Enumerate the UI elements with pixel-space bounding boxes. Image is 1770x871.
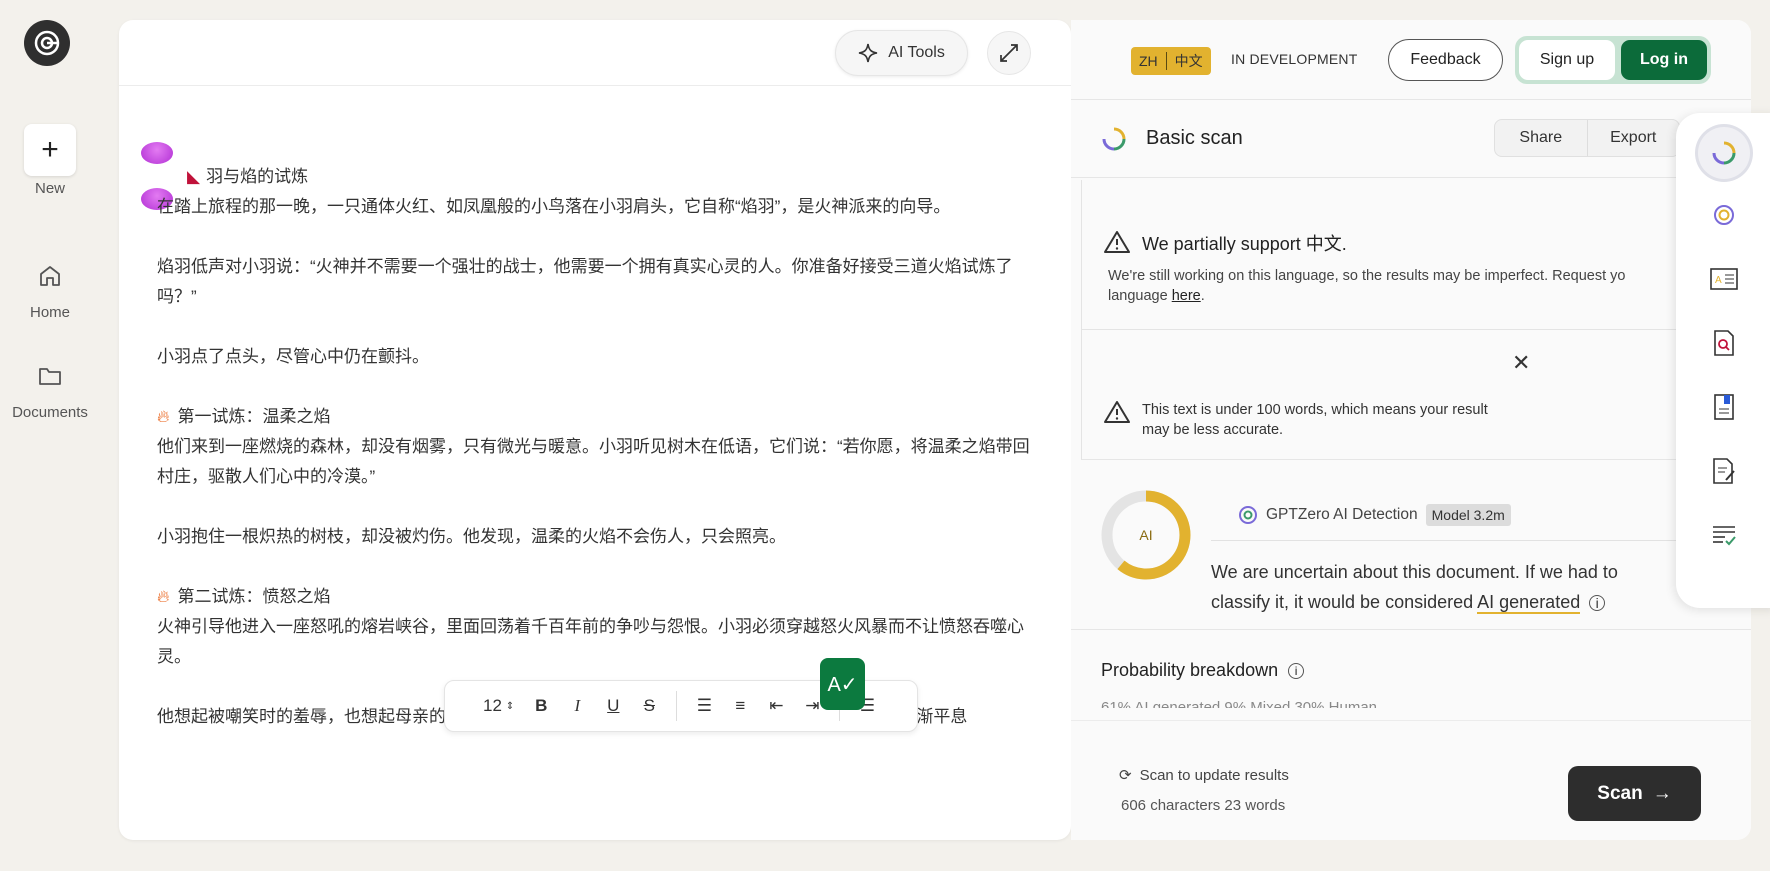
ordered-list-icon[interactable]: ☰ — [695, 696, 713, 716]
detection-result: AI GPTZero AI Detection Model 3.2m We ar… — [1071, 460, 1751, 630]
bold-icon[interactable]: B — [532, 696, 550, 716]
plus-icon: + — [41, 133, 59, 166]
gptzero-icon — [1239, 506, 1257, 524]
purple-marker-icon — [141, 142, 173, 164]
paragraph: 火神引导他进入一座怒吼的熔岩峡谷，里面回荡着千百年前的争吵与怨恨。小羽必须穿越怒… — [157, 617, 1024, 666]
scan-status-icon — [1102, 127, 1126, 151]
results-header: ZH 中文 IN DEVELOPMENT Feedback Sign up Log… — [1071, 20, 1751, 100]
language-badge: ZH 中文 — [1131, 47, 1211, 75]
indent-icon[interactable]: ⇥ — [803, 696, 821, 716]
ai-tools-label: AI Tools — [888, 44, 945, 61]
signup-button[interactable]: Sign up — [1519, 40, 1615, 80]
length-warning-text: This text is under 100 words, which mean… — [1142, 402, 1488, 438]
verdict-class: AI generated — [1477, 592, 1581, 614]
warning-icon — [1104, 401, 1130, 423]
share-button[interactable]: Share — [1495, 120, 1587, 156]
sparkle-icon — [859, 43, 878, 63]
home-nav-label[interactable]: Home — [0, 304, 100, 321]
spellcheck-icon: A✓ — [827, 673, 858, 696]
language-warning: We partially support 中文. We're still wor… — [1081, 180, 1751, 330]
writing-feedback-tool-icon[interactable] — [1702, 449, 1746, 493]
fire-icon: 🔥︎ — [157, 587, 170, 606]
editor-panel: AI Tools ◣ 羽与焰的试炼 在踏上旅程的那一晚，一只通体火红、如凤凰般的小… — [119, 20, 1071, 840]
probability-breakdown-values: 61% AI generated 9% Mixed 30% Human — [1101, 699, 1377, 708]
strikethrough-icon[interactable]: S — [640, 696, 658, 716]
section-heading: 🔥︎ 第一试炼：温柔之焰 — [157, 407, 331, 426]
ai-tools-button[interactable]: AI Tools — [835, 30, 968, 76]
grammar-check-button[interactable]: A✓ — [820, 658, 865, 710]
underline-icon[interactable]: U — [604, 696, 622, 716]
bird-emoji-icon: ◣ — [187, 167, 201, 186]
ring-label: AI — [1139, 527, 1152, 543]
paragraph: 他们来到一座燃烧的森林，却没有烟雾，只有微光与暖意。小羽听见树木在低语，它们说：… — [157, 437, 1030, 486]
section-heading: 🔥︎ 第二试炼：愤怒之焰 — [157, 587, 331, 606]
close-icon[interactable]: ✕ — [1512, 350, 1530, 376]
scan-footer: ⟳ Scan to update results 606 characters … — [1071, 720, 1751, 840]
arrow-right-icon: → — [1652, 782, 1672, 804]
info-icon[interactable]: i — [1288, 662, 1305, 679]
editor-header: AI Tools — [119, 20, 1071, 86]
feedback-button[interactable]: Feedback — [1388, 39, 1503, 81]
request-language-link[interactable]: here — [1172, 288, 1201, 304]
text-counts: 606 characters 23 words — [1121, 797, 1286, 814]
ai-score-ring: AI — [1101, 490, 1191, 580]
tool-dock: A — [1676, 113, 1770, 608]
toolbar-divider — [676, 691, 678, 721]
folder-icon[interactable] — [36, 362, 64, 390]
language-warning-body: We're still working on this language, so… — [1108, 268, 1626, 304]
export-button[interactable]: Export — [1588, 120, 1680, 156]
document-content[interactable]: ◣ 羽与焰的试炼 在踏上旅程的那一晚，一只通体火红、如凤凰般的小鸟落在小羽肩头，它… — [157, 162, 1037, 762]
paragraph: 小羽点了点头，尽管心中仍在颤抖。 — [157, 347, 429, 366]
share-export-group: Share Export — [1494, 119, 1680, 157]
expand-button[interactable] — [987, 31, 1031, 75]
advanced-scan-tool-icon[interactable] — [1702, 193, 1746, 237]
scan-button[interactable]: Scan → — [1568, 766, 1701, 821]
scan-header: Basic scan Share Export — [1071, 100, 1751, 178]
paragraph: 在踏上旅程的那一晚，一只通体火红、如凤凰般的小鸟落在小羽肩头，它自称“焰羽”，是… — [157, 197, 951, 216]
refresh-icon: ⟳ — [1119, 767, 1132, 784]
warning-icon — [1104, 231, 1130, 253]
new-document-button[interactable]: + — [24, 124, 76, 176]
plagiarism-check-tool-icon[interactable] — [1702, 321, 1746, 365]
doc-title: ◣ 羽与焰的试炼 — [187, 167, 309, 186]
scan-title: Basic scan — [1146, 127, 1243, 149]
app-logo[interactable] — [24, 20, 70, 66]
svg-text:A: A — [1715, 275, 1722, 286]
detection-source: GPTZero AI Detection Model 3.2m — [1238, 504, 1511, 526]
info-icon[interactable]: i — [1589, 595, 1606, 611]
verdict-text: We are uncertain about this document. If… — [1211, 562, 1618, 614]
language-warning-title: We partially support 中文. — [1142, 234, 1347, 254]
logo-icon — [34, 30, 60, 56]
model-badge: Model 3.2m — [1425, 504, 1511, 526]
text-compare-tool-icon[interactable]: A — [1702, 257, 1746, 301]
length-warning: ✕ This text is under 100 words, which me… — [1081, 330, 1751, 460]
italic-icon[interactable]: I — [568, 696, 586, 716]
documents-nav-label[interactable]: Documents — [0, 404, 100, 421]
paragraph: 小羽抱住一根炽热的树枝，却没被灼伤。他发现，温柔的火焰不会伤人，只会照亮。 — [157, 527, 786, 546]
font-size-select[interactable]: 12 ⇕ — [483, 696, 514, 716]
results-panel: ZH 中文 IN DEVELOPMENT Feedback Sign up Log… — [1071, 20, 1751, 840]
new-label: New — [34, 180, 65, 197]
checklist-tool-icon[interactable] — [1702, 513, 1746, 557]
rescan-hint: ⟳ Scan to update results — [1119, 766, 1289, 785]
expand-icon — [1000, 44, 1018, 62]
probability-breakdown-title: Probability breakdown i — [1101, 660, 1305, 681]
fire-icon: 🔥︎ — [157, 407, 170, 426]
basic-scan-tool-icon[interactable] — [1698, 127, 1750, 179]
bullet-list-icon[interactable]: ≡ — [731, 696, 749, 716]
login-button[interactable]: Log in — [1621, 40, 1707, 80]
paragraph: 焰羽低声对小羽说：“火神并不需要一个强壮的战士，他需要一个拥有真实心灵的人。你准… — [157, 257, 1013, 306]
home-icon[interactable] — [36, 262, 64, 290]
dev-status: IN DEVELOPMENT — [1231, 51, 1358, 67]
outdent-icon[interactable]: ⇤ — [767, 696, 785, 716]
citation-tool-icon[interactable] — [1702, 385, 1746, 429]
